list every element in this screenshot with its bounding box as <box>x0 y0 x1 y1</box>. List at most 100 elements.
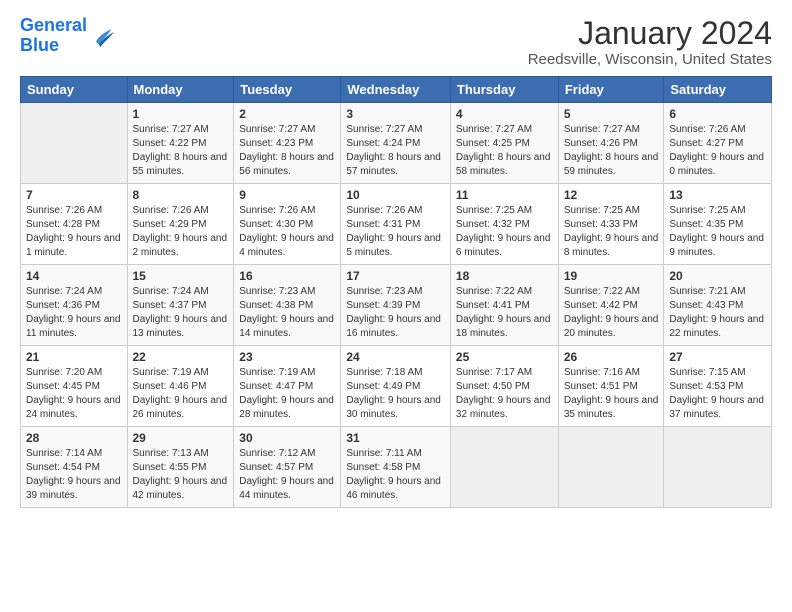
sunset-label: Sunset: 4:36 PM <box>26 300 100 311</box>
sunset-label: Sunset: 4:39 PM <box>346 300 420 311</box>
daylight-label: Daylight: 9 hours and 14 minutes. <box>239 314 334 339</box>
day-info: Sunrise: 7:22 AM Sunset: 4:42 PM Dayligh… <box>564 285 659 341</box>
page-subtitle: Reedsville, Wisconsin, United States <box>528 51 772 68</box>
day-info: Sunrise: 7:27 AM Sunset: 4:24 PM Dayligh… <box>346 123 445 179</box>
sunrise-label: Sunrise: 7:13 AM <box>133 448 209 459</box>
calendar-cell: 16 Sunrise: 7:23 AM Sunset: 4:38 PM Dayl… <box>234 265 341 346</box>
sunrise-label: Sunrise: 7:16 AM <box>564 367 640 378</box>
day-number: 23 <box>239 350 335 364</box>
day-info: Sunrise: 7:27 AM Sunset: 4:25 PM Dayligh… <box>456 123 553 179</box>
page-title: January 2024 <box>528 16 772 51</box>
daylight-label: Daylight: 9 hours and 42 minutes. <box>133 476 228 501</box>
sunset-label: Sunset: 4:57 PM <box>239 462 313 473</box>
daylight-label: Daylight: 9 hours and 20 minutes. <box>564 314 659 339</box>
daylight-label: Daylight: 9 hours and 46 minutes. <box>346 476 441 501</box>
calendar-cell: 25 Sunrise: 7:17 AM Sunset: 4:50 PM Dayl… <box>450 346 558 427</box>
day-number: 6 <box>669 107 766 121</box>
calendar-cell: 18 Sunrise: 7:22 AM Sunset: 4:41 PM Dayl… <box>450 265 558 346</box>
sunrise-label: Sunrise: 7:24 AM <box>133 286 209 297</box>
sunrise-label: Sunrise: 7:27 AM <box>239 124 315 135</box>
day-info: Sunrise: 7:11 AM Sunset: 4:58 PM Dayligh… <box>346 447 445 503</box>
day-info: Sunrise: 7:24 AM Sunset: 4:37 PM Dayligh… <box>133 285 229 341</box>
day-info: Sunrise: 7:13 AM Sunset: 4:55 PM Dayligh… <box>133 447 229 503</box>
day-number: 17 <box>346 269 445 283</box>
day-info: Sunrise: 7:12 AM Sunset: 4:57 PM Dayligh… <box>239 447 335 503</box>
sunset-label: Sunset: 4:28 PM <box>26 219 100 230</box>
day-number: 13 <box>669 188 766 202</box>
calendar-cell <box>21 103 128 184</box>
day-number: 25 <box>456 350 553 364</box>
day-number: 10 <box>346 188 445 202</box>
day-header-sunday: Sunday <box>21 77 128 103</box>
calendar-cell: 20 Sunrise: 7:21 AM Sunset: 4:43 PM Dayl… <box>664 265 772 346</box>
calendar-cell: 13 Sunrise: 7:25 AM Sunset: 4:35 PM Dayl… <box>664 184 772 265</box>
daylight-label: Daylight: 9 hours and 26 minutes. <box>133 395 228 420</box>
calendar-cell: 29 Sunrise: 7:13 AM Sunset: 4:55 PM Dayl… <box>127 427 234 508</box>
sunrise-label: Sunrise: 7:23 AM <box>346 286 422 297</box>
day-info: Sunrise: 7:19 AM Sunset: 4:46 PM Dayligh… <box>133 366 229 422</box>
daylight-label: Daylight: 9 hours and 22 minutes. <box>669 314 764 339</box>
day-number: 11 <box>456 188 553 202</box>
sunset-label: Sunset: 4:24 PM <box>346 138 420 149</box>
sunset-label: Sunset: 4:43 PM <box>669 300 743 311</box>
day-number: 16 <box>239 269 335 283</box>
day-info: Sunrise: 7:27 AM Sunset: 4:26 PM Dayligh… <box>564 123 659 179</box>
sunrise-label: Sunrise: 7:27 AM <box>133 124 209 135</box>
daylight-label: Daylight: 9 hours and 2 minutes. <box>133 233 228 258</box>
day-number: 3 <box>346 107 445 121</box>
day-number: 19 <box>564 269 659 283</box>
sunset-label: Sunset: 4:32 PM <box>456 219 530 230</box>
day-number: 8 <box>133 188 229 202</box>
daylight-label: Daylight: 9 hours and 4 minutes. <box>239 233 334 258</box>
calendar-cell: 6 Sunrise: 7:26 AM Sunset: 4:27 PM Dayli… <box>664 103 772 184</box>
calendar-cell: 9 Sunrise: 7:26 AM Sunset: 4:30 PM Dayli… <box>234 184 341 265</box>
calendar-cell <box>664 427 772 508</box>
sunrise-label: Sunrise: 7:27 AM <box>456 124 532 135</box>
calendar-cell: 30 Sunrise: 7:12 AM Sunset: 4:57 PM Dayl… <box>234 427 341 508</box>
daylight-label: Daylight: 9 hours and 6 minutes. <box>456 233 551 258</box>
sunrise-label: Sunrise: 7:14 AM <box>26 448 102 459</box>
calendar-cell: 26 Sunrise: 7:16 AM Sunset: 4:51 PM Dayl… <box>558 346 664 427</box>
logo-text: General Blue <box>20 16 87 56</box>
daylight-label: Daylight: 9 hours and 39 minutes. <box>26 476 121 501</box>
calendar-cell: 8 Sunrise: 7:26 AM Sunset: 4:29 PM Dayli… <box>127 184 234 265</box>
calendar-cell: 7 Sunrise: 7:26 AM Sunset: 4:28 PM Dayli… <box>21 184 128 265</box>
sunrise-label: Sunrise: 7:19 AM <box>239 367 315 378</box>
sunrise-label: Sunrise: 7:23 AM <box>239 286 315 297</box>
calendar-week-row: 14 Sunrise: 7:24 AM Sunset: 4:36 PM Dayl… <box>21 265 772 346</box>
day-number: 18 <box>456 269 553 283</box>
calendar-cell: 21 Sunrise: 7:20 AM Sunset: 4:45 PM Dayl… <box>21 346 128 427</box>
daylight-label: Daylight: 9 hours and 13 minutes. <box>133 314 228 339</box>
sunset-label: Sunset: 4:29 PM <box>133 219 207 230</box>
calendar-cell: 22 Sunrise: 7:19 AM Sunset: 4:46 PM Dayl… <box>127 346 234 427</box>
title-block: January 2024 Reedsville, Wisconsin, Unit… <box>528 16 772 68</box>
day-info: Sunrise: 7:25 AM Sunset: 4:35 PM Dayligh… <box>669 204 766 260</box>
sunset-label: Sunset: 4:53 PM <box>669 381 743 392</box>
calendar-cell: 27 Sunrise: 7:15 AM Sunset: 4:53 PM Dayl… <box>664 346 772 427</box>
day-info: Sunrise: 7:27 AM Sunset: 4:23 PM Dayligh… <box>239 123 335 179</box>
day-info: Sunrise: 7:19 AM Sunset: 4:47 PM Dayligh… <box>239 366 335 422</box>
header: General Blue January 2024 Reedsville, Wi… <box>20 16 772 68</box>
calendar-week-row: 1 Sunrise: 7:27 AM Sunset: 4:22 PM Dayli… <box>21 103 772 184</box>
sunrise-label: Sunrise: 7:25 AM <box>564 205 640 216</box>
calendar-week-row: 28 Sunrise: 7:14 AM Sunset: 4:54 PM Dayl… <box>21 427 772 508</box>
day-info: Sunrise: 7:26 AM Sunset: 4:30 PM Dayligh… <box>239 204 335 260</box>
calendar-cell: 17 Sunrise: 7:23 AM Sunset: 4:39 PM Dayl… <box>341 265 451 346</box>
calendar-cell: 2 Sunrise: 7:27 AM Sunset: 4:23 PM Dayli… <box>234 103 341 184</box>
daylight-label: Daylight: 8 hours and 59 minutes. <box>564 152 659 177</box>
day-info: Sunrise: 7:26 AM Sunset: 4:28 PM Dayligh… <box>26 204 122 260</box>
day-number: 22 <box>133 350 229 364</box>
sunset-label: Sunset: 4:33 PM <box>564 219 638 230</box>
sunrise-label: Sunrise: 7:22 AM <box>564 286 640 297</box>
daylight-label: Daylight: 8 hours and 57 minutes. <box>346 152 441 177</box>
day-info: Sunrise: 7:26 AM Sunset: 4:27 PM Dayligh… <box>669 123 766 179</box>
daylight-label: Daylight: 9 hours and 35 minutes. <box>564 395 659 420</box>
day-number: 24 <box>346 350 445 364</box>
day-info: Sunrise: 7:15 AM Sunset: 4:53 PM Dayligh… <box>669 366 766 422</box>
sunrise-label: Sunrise: 7:19 AM <box>133 367 209 378</box>
day-number: 21 <box>26 350 122 364</box>
sunset-label: Sunset: 4:51 PM <box>564 381 638 392</box>
day-info: Sunrise: 7:16 AM Sunset: 4:51 PM Dayligh… <box>564 366 659 422</box>
daylight-label: Daylight: 9 hours and 30 minutes. <box>346 395 441 420</box>
sunset-label: Sunset: 4:31 PM <box>346 219 420 230</box>
